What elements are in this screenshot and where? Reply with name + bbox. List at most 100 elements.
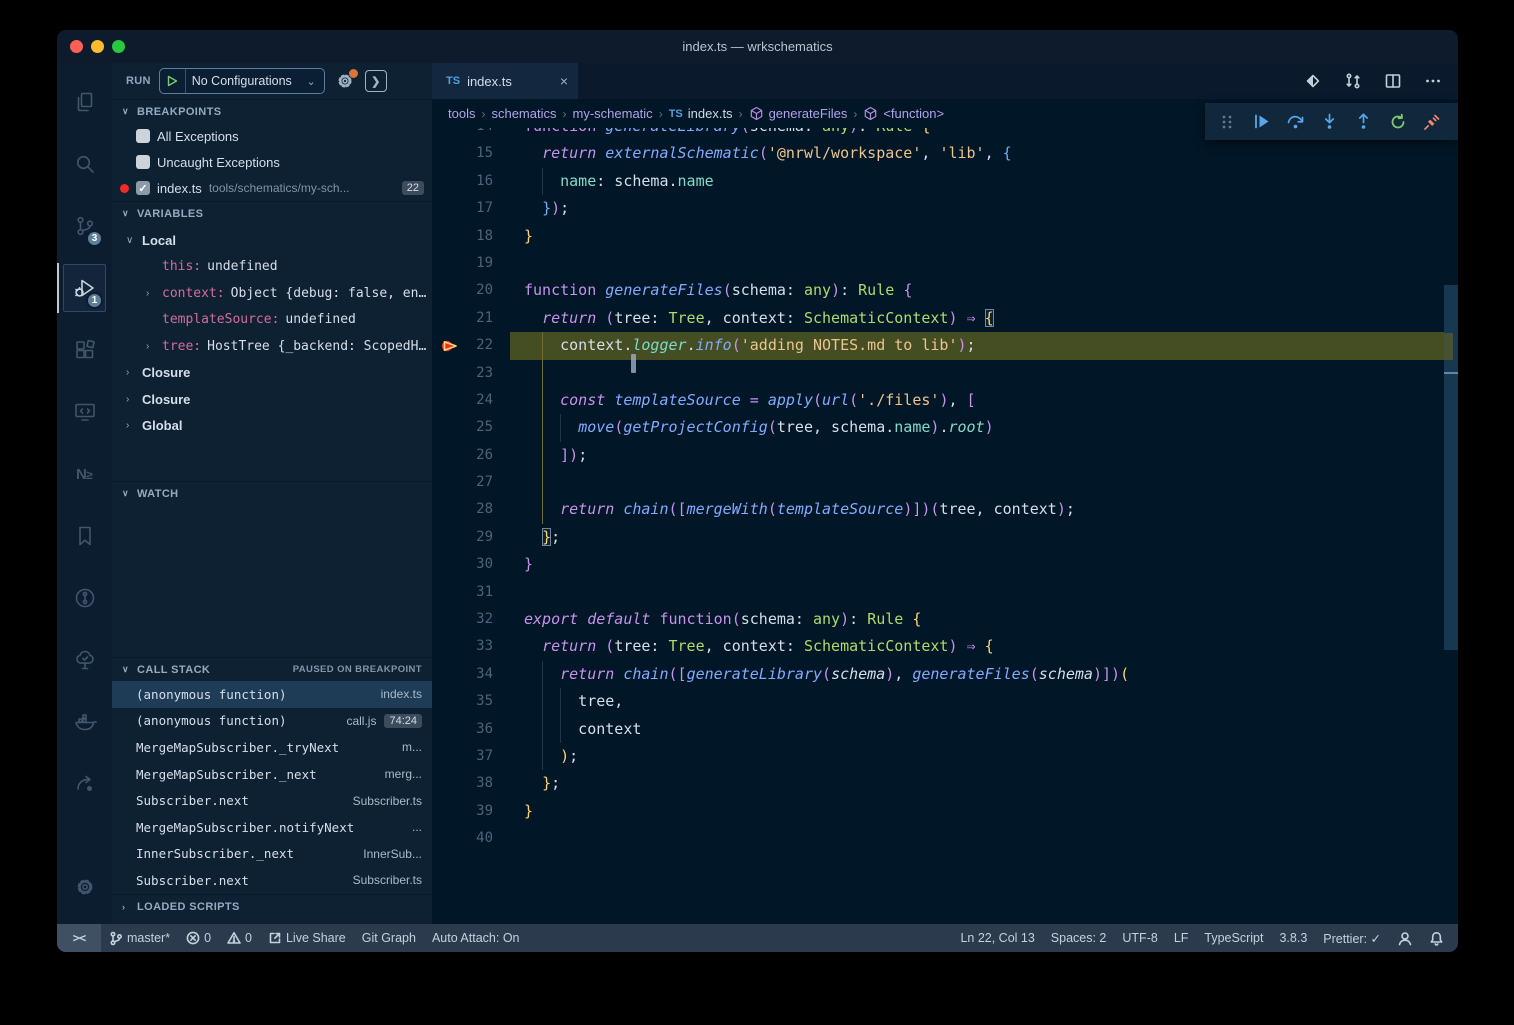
breakpoint-checkbox[interactable]: ✓ [136, 181, 150, 195]
code-line[interactable]: 16 name: schema.name [432, 168, 1458, 195]
line-number[interactable]: 27 [432, 469, 493, 496]
more-actions-icon[interactable] [1424, 72, 1442, 90]
code-line[interactable]: 31 [432, 579, 1458, 606]
status-item-git-graph[interactable]: Git Graph [354, 931, 424, 945]
breakpoint-row[interactable]: All Exceptions [112, 123, 432, 149]
line-number[interactable]: 34 [432, 661, 493, 688]
code-line[interactable]: 33 return (tree: Tree, context: Schemati… [432, 633, 1458, 660]
code-line[interactable]: 30} [432, 551, 1458, 578]
zoom-window-button[interactable] [112, 40, 125, 53]
code-line[interactable]: 36 context [432, 716, 1458, 743]
breadcrumb-item[interactable]: <function> [863, 106, 944, 121]
status-item[interactable] [1421, 931, 1452, 946]
activity-item-live-share[interactable] [57, 753, 112, 815]
breadcrumb-item[interactable]: my-schematic [573, 106, 653, 121]
variable-row[interactable]: ∨Local [112, 227, 432, 254]
line-number[interactable]: 38 [432, 770, 493, 797]
call-stack-frame[interactable]: (anonymous function)index.ts [112, 681, 432, 708]
variable-row[interactable]: ›context: Object {debug: false, en… [112, 280, 432, 307]
code-line[interactable]: 22 context.logger.info('adding NOTES.md … [432, 332, 1458, 359]
call-stack-frame[interactable]: MergeMapSubscriber._tryNextm... [112, 734, 432, 761]
code-line[interactable]: 24 const templateSource = apply(url('./f… [432, 387, 1458, 414]
step-into-icon[interactable] [1317, 110, 1341, 134]
line-number[interactable]: 25 [432, 414, 493, 441]
loaded-scripts-section-header[interactable]: › LOADED SCRIPTS [112, 894, 432, 918]
call-stack-frame[interactable]: MergeMapSubscriber._nextmerg... [112, 761, 432, 788]
breadcrumb-item[interactable]: tools [448, 106, 475, 121]
call-stack-section-header[interactable]: ∨ CALL STACK PAUSED ON BREAKPOINT [112, 657, 432, 681]
call-stack-frame[interactable]: Subscriber.nextSubscriber.ts [112, 787, 432, 814]
line-number[interactable]: 15 [432, 140, 493, 167]
line-number[interactable]: 20 [432, 277, 493, 304]
activity-item-settings[interactable] [57, 856, 112, 918]
code-line[interactable]: 38 }; [432, 770, 1458, 797]
breakpoints-section-header[interactable]: ∨ BREAKPOINTS [112, 99, 432, 123]
activity-item-search[interactable] [57, 133, 112, 195]
breadcrumb-item[interactable]: schematics [491, 106, 556, 121]
code-line[interactable]: 39} [432, 798, 1458, 825]
split-editor-icon[interactable] [1384, 72, 1402, 90]
code-line[interactable]: 19 [432, 250, 1458, 277]
code-line[interactable]: 34 return chain([generateLibrary(schema)… [432, 661, 1458, 688]
line-number[interactable]: 37 [432, 743, 493, 770]
step-out-icon[interactable] [1352, 110, 1376, 134]
minimize-window-button[interactable] [91, 40, 104, 53]
line-number[interactable]: 18 [432, 223, 493, 250]
code-line[interactable]: 27 [432, 469, 1458, 496]
breakpoint-checkbox[interactable] [136, 155, 150, 169]
compare-changes-icon[interactable] [1344, 72, 1362, 90]
breakpoint-row[interactable]: Uncaught Exceptions [112, 149, 432, 175]
status-item-lf[interactable]: LF [1166, 931, 1197, 945]
variable-row[interactable]: ›Global [112, 413, 432, 440]
restart-icon[interactable] [1386, 110, 1410, 134]
continue-icon[interactable] [1249, 110, 1273, 134]
activity-item-source-control[interactable]: 3 [57, 195, 112, 257]
code-line[interactable]: 35 tree, [432, 688, 1458, 715]
code-line[interactable]: 37 ); [432, 743, 1458, 770]
status-item[interactable] [1389, 931, 1421, 946]
breakpoint-checkbox[interactable] [136, 129, 150, 143]
breakpoint-row[interactable]: ✓index.tstools/schematics/my-sch...22 [112, 175, 432, 201]
call-stack-frame[interactable]: Subscriber.nextSubscriber.ts [112, 867, 432, 894]
debug-console-button[interactable]: ❯ [365, 70, 387, 92]
code-line[interactable]: 40 [432, 825, 1458, 852]
close-window-button[interactable] [70, 40, 83, 53]
status-item-3-8-3[interactable]: 3.8.3 [1271, 931, 1315, 945]
close-tab-icon[interactable]: × [560, 73, 568, 89]
status-item-master[interactable]: master* [101, 931, 178, 946]
code-line[interactable]: 26 ]); [432, 442, 1458, 469]
status-item-utf-8[interactable]: UTF-8 [1114, 931, 1165, 945]
line-number[interactable]: 21 [432, 305, 493, 332]
line-number[interactable]: 22 [432, 332, 493, 359]
code-line[interactable]: 18} [432, 223, 1458, 250]
status-item-prettier[interactable]: Prettier: ✓ [1315, 931, 1389, 946]
line-number[interactable]: 14 [432, 128, 493, 140]
line-number[interactable]: 40 [432, 825, 493, 852]
breadcrumb-item[interactable]: generateFiles [749, 106, 848, 121]
line-number[interactable]: 17 [432, 195, 493, 222]
status-item-live-share[interactable]: Live Share [260, 931, 354, 945]
activity-item-nx-console[interactable]: N≥ [57, 443, 112, 505]
variable-row[interactable]: templateSource: undefined [112, 307, 432, 334]
variable-row[interactable]: ›Closure [112, 360, 432, 387]
activity-item-gitlens[interactable] [57, 567, 112, 629]
line-number[interactable]: 31 [432, 579, 493, 606]
tab-index-ts[interactable]: TS index.ts × [432, 63, 578, 99]
variable-row[interactable]: this: undefined [112, 254, 432, 281]
activity-item-explorer[interactable] [57, 71, 112, 133]
code-line[interactable]: 15 return externalSchematic('@nrwl/works… [432, 140, 1458, 167]
variable-row[interactable]: ›Closure [112, 386, 432, 413]
activity-item-extensions[interactable] [57, 319, 112, 381]
line-number[interactable]: 23 [432, 360, 493, 387]
code-line[interactable]: 29 }; [432, 524, 1458, 551]
breadcrumb-item[interactable]: TSindex.ts [669, 106, 733, 121]
disconnect-icon[interactable] [1420, 110, 1444, 134]
code-line[interactable]: 28 return chain([mergeWith(templateSourc… [432, 496, 1458, 523]
line-number[interactable]: 39 [432, 798, 493, 825]
line-number[interactable]: 36 [432, 716, 493, 743]
status-item-auto-attach-on[interactable]: Auto Attach: On [424, 931, 528, 945]
watch-section-header[interactable]: ∨ WATCH [112, 481, 432, 505]
status-item-0[interactable]: 0 [219, 931, 260, 945]
activity-item-remote-explorer[interactable] [57, 381, 112, 443]
activity-item-bookmarks[interactable] [57, 505, 112, 567]
